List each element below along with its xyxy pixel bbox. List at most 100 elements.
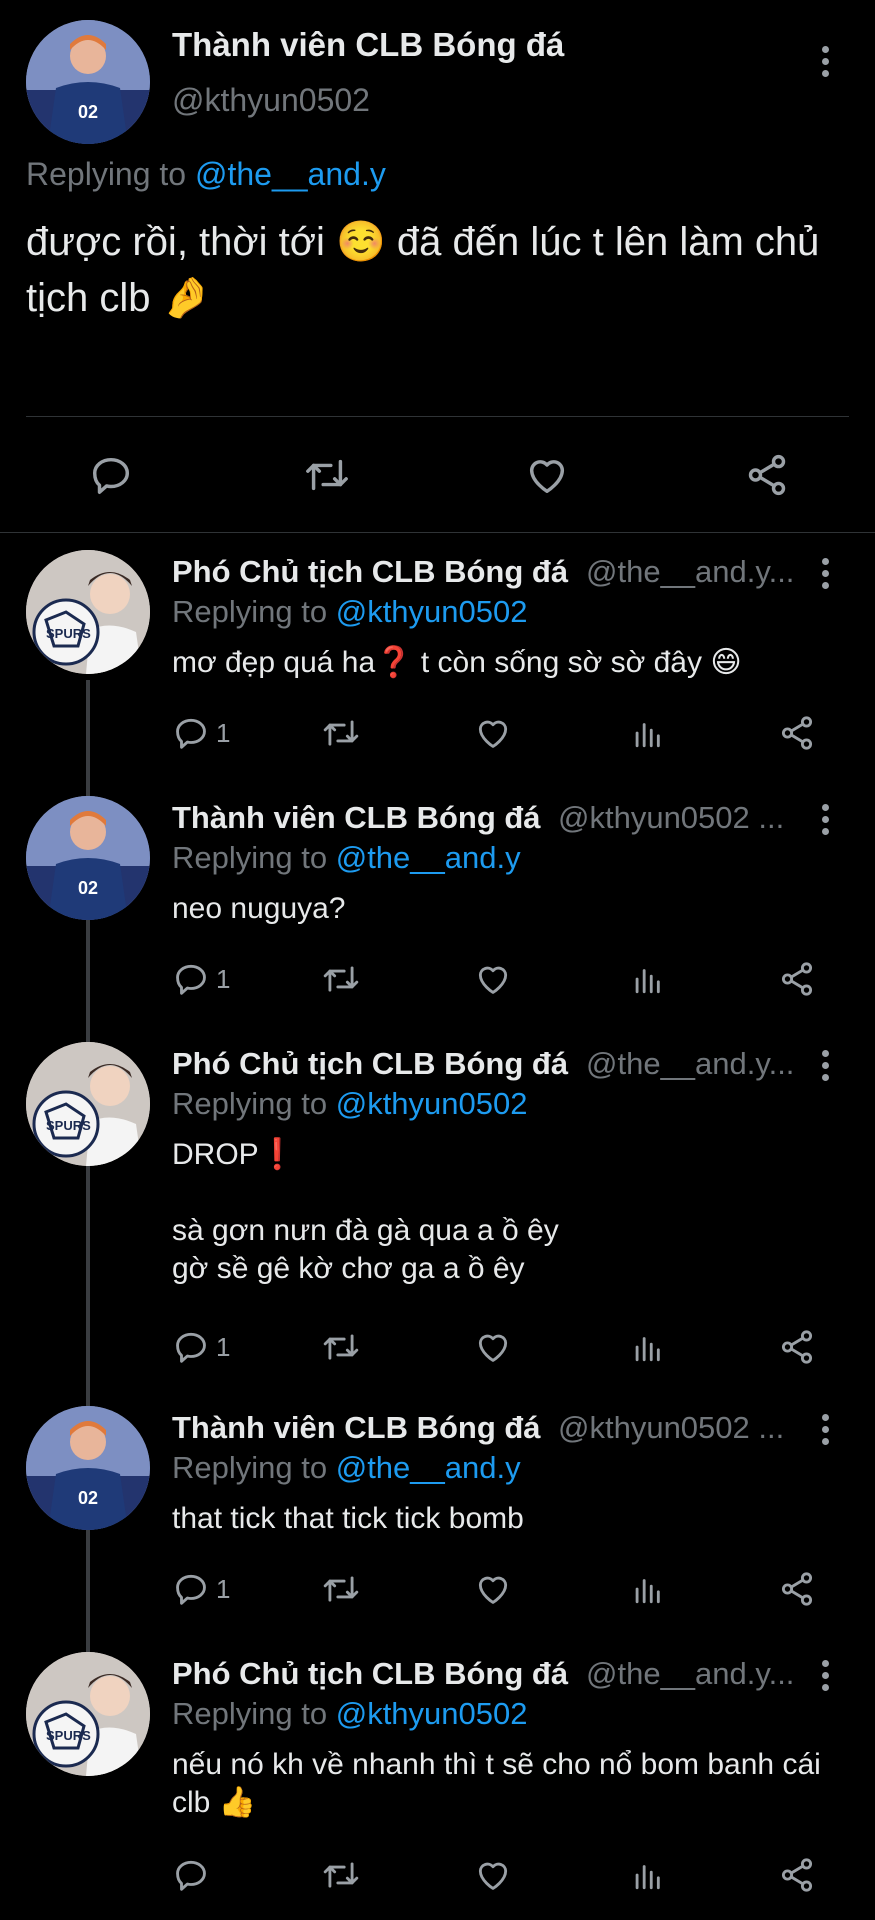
like-icon[interactable] (474, 1328, 512, 1366)
replying-handle-link[interactable]: @the__and.y (195, 156, 386, 192)
replying-handle-link[interactable]: @kthyun0502 (336, 1086, 528, 1121)
reply-tweet[interactable]: SPURS Phó Chủ tịch CLB Bóng đá @the__and… (0, 548, 875, 784)
avatar[interactable]: 02 (26, 1406, 150, 1530)
replying-handle-link[interactable]: @kthyun0502 (336, 1696, 528, 1731)
divider (0, 532, 875, 533)
retweet-icon[interactable] (320, 1856, 362, 1894)
display-name[interactable]: Thành viên CLB Bóng đá (172, 1410, 541, 1446)
like-icon[interactable] (524, 452, 570, 498)
reply-count: 1 (216, 1574, 231, 1604)
display-name[interactable]: Phó Chủ tịch CLB Bóng đá (172, 1656, 568, 1692)
more-icon[interactable] (822, 1050, 832, 1081)
avatar-image: 02 (26, 1406, 150, 1530)
avatar[interactable]: SPURS (26, 1042, 150, 1166)
avatar-image: 02 (26, 20, 150, 144)
handle[interactable]: @the__and.y... (586, 554, 794, 590)
retweet-icon[interactable] (302, 452, 352, 498)
svg-text:SPURS: SPURS (46, 626, 91, 641)
handle[interactable]: @the__and.y... (586, 1656, 794, 1692)
display-name[interactable]: Phó Chủ tịch CLB Bóng đá (172, 554, 568, 590)
like-icon[interactable] (474, 960, 512, 998)
like-icon[interactable] (474, 714, 512, 752)
share-icon[interactable] (744, 452, 790, 498)
handle[interactable]: @kthyun0502 (172, 82, 370, 119)
replying-to: Replying to @the__and.y (172, 840, 521, 876)
action-bar: 1 (172, 1328, 822, 1368)
svg-text:02: 02 (78, 102, 98, 122)
tweet-text: that tick that tick tick bomb (172, 1502, 524, 1535)
action-bar (172, 1856, 822, 1896)
tweet-text: DROP❗ sà gơn nưn đà gà qua a ồ êy gờ sề … (172, 1138, 559, 1285)
more-icon[interactable] (822, 558, 832, 589)
reply-icon[interactable] (172, 960, 210, 998)
display-name[interactable]: Phó Chủ tịch CLB Bóng đá (172, 1046, 568, 1082)
tweet-text: nếu nó kh về nhanh thì t sẽ cho nổ bom b… (172, 1748, 821, 1819)
reply-tweet[interactable]: SPURS Phó Chủ tịch CLB Bóng đá @the__and… (0, 1040, 875, 1398)
action-bar: 1 (172, 960, 822, 1000)
share-icon[interactable] (778, 714, 816, 752)
svg-text:SPURS: SPURS (46, 1728, 91, 1743)
retweet-icon[interactable] (320, 1328, 362, 1366)
avatar-image: 02 (26, 796, 150, 920)
more-icon[interactable] (822, 1414, 832, 1445)
handle[interactable]: @kthyun0502 ... (558, 1410, 784, 1446)
share-icon[interactable] (778, 1570, 816, 1608)
views-icon[interactable] (630, 714, 664, 752)
reply-count: 1 (216, 964, 231, 994)
display-name[interactable]: Thành viên CLB Bóng đá (172, 26, 564, 64)
reply-tweet[interactable]: 02 Thành viên CLB Bóng đá @kthyun0502 ..… (0, 794, 875, 1030)
like-icon[interactable] (474, 1570, 512, 1608)
replying-handle-link[interactable]: @kthyun0502 (336, 594, 528, 629)
replying-prefix: Replying to (172, 1696, 328, 1731)
reply-count: 1 (216, 1332, 231, 1362)
reply-icon[interactable] (172, 1856, 210, 1894)
share-icon[interactable] (778, 1328, 816, 1366)
replying-to: Replying to @kthyun0502 (172, 594, 528, 630)
like-icon[interactable] (474, 1856, 512, 1894)
reply-tweet[interactable]: SPURS Phó Chủ tịch CLB Bóng đá @the__and… (0, 1650, 875, 1920)
svg-text:02: 02 (78, 1488, 98, 1508)
replying-to: Replying to @kthyun0502 (172, 1086, 528, 1122)
retweet-icon[interactable] (320, 1570, 362, 1608)
reply-icon[interactable] (172, 1570, 210, 1608)
replying-prefix: Replying to (26, 156, 187, 192)
handle[interactable]: @the__and.y... (586, 1046, 794, 1082)
retweet-icon[interactable] (320, 714, 362, 752)
share-icon[interactable] (778, 1856, 816, 1894)
tweet-text: được rồi, thời tới ☺️ đã đến lúc t lên l… (26, 220, 820, 320)
action-bar: 1 (172, 1570, 822, 1610)
replying-to: Replying to @the__and.y (26, 156, 386, 193)
replying-prefix: Replying to (172, 1086, 328, 1121)
tweet-text: mơ đẹp quá ha❓ t còn sống sờ sờ đây 😄 (172, 646, 742, 679)
replying-prefix: Replying to (172, 1450, 328, 1485)
avatar[interactable]: SPURS (26, 550, 150, 674)
views-icon[interactable] (630, 960, 664, 998)
display-name[interactable]: Thành viên CLB Bóng đá (172, 800, 541, 836)
reply-icon[interactable] (88, 452, 134, 498)
replying-handle-link[interactable]: @the__and.y (336, 1450, 521, 1485)
avatar-image: SPURS (26, 550, 150, 674)
reply-icon[interactable] (172, 1328, 210, 1366)
reply-icon[interactable] (172, 714, 210, 752)
views-icon[interactable] (630, 1856, 664, 1894)
replying-to: Replying to @kthyun0502 (172, 1696, 528, 1732)
views-icon[interactable] (630, 1328, 664, 1366)
retweet-icon[interactable] (320, 960, 362, 998)
divider (26, 416, 849, 417)
more-icon[interactable] (822, 46, 832, 77)
replying-prefix: Replying to (172, 594, 328, 629)
views-icon[interactable] (630, 1570, 664, 1608)
action-bar: 1 (172, 714, 822, 754)
action-bar (0, 446, 875, 502)
more-icon[interactable] (822, 1660, 832, 1691)
more-icon[interactable] (822, 804, 832, 835)
replying-handle-link[interactable]: @the__and.y (336, 840, 521, 875)
reply-tweet[interactable]: 02 Thành viên CLB Bóng đá @kthyun0502 ..… (0, 1404, 875, 1640)
avatar[interactable]: SPURS (26, 1652, 150, 1776)
avatar-image: SPURS (26, 1652, 150, 1776)
replying-prefix: Replying to (172, 840, 328, 875)
avatar[interactable]: 02 (26, 20, 150, 144)
handle[interactable]: @kthyun0502 ... (558, 800, 784, 836)
avatar[interactable]: 02 (26, 796, 150, 920)
share-icon[interactable] (778, 960, 816, 998)
